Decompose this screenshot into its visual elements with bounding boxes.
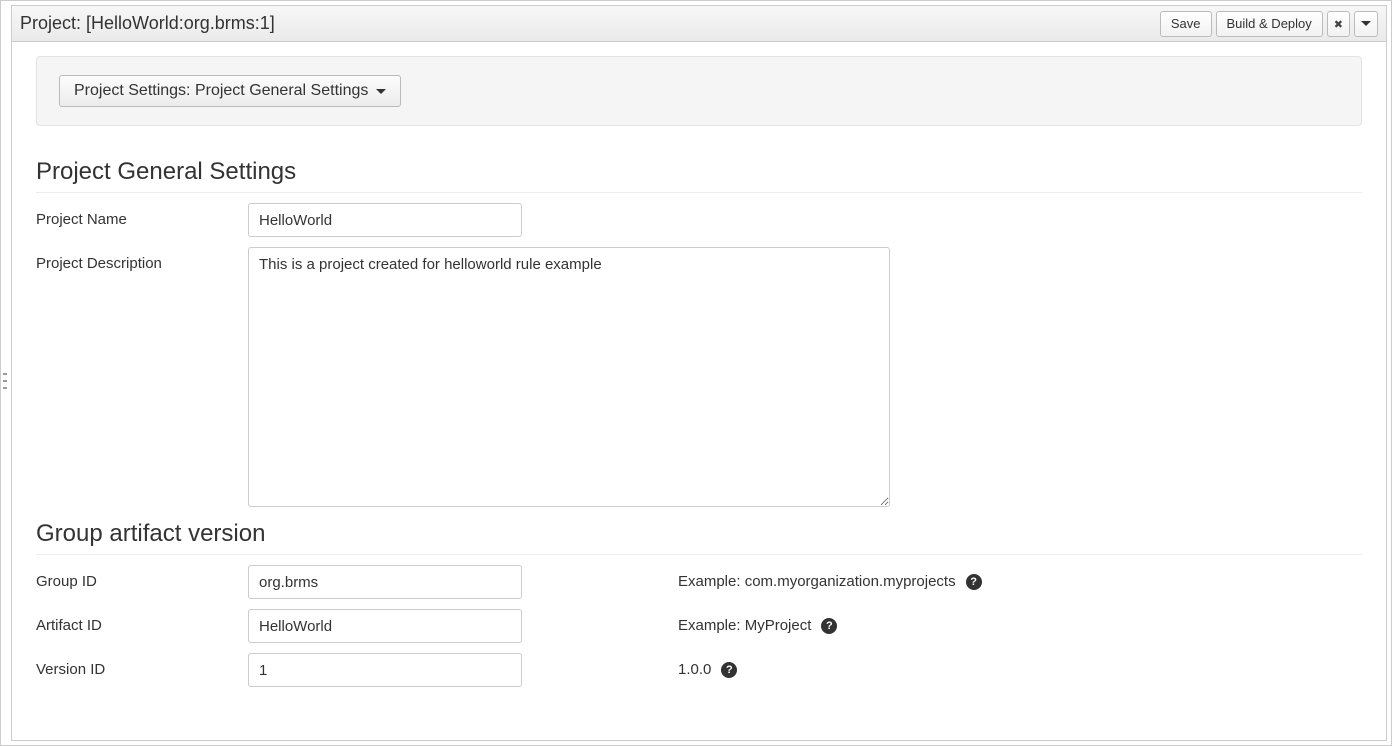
save-button[interactable]: Save — [1160, 11, 1212, 37]
version-id-hint-text: 1.0.0 — [678, 661, 711, 678]
group-id-label: Group ID — [36, 565, 248, 590]
artifact-id-hint: Example: MyProject ? — [678, 609, 837, 634]
project-name-input[interactable] — [248, 203, 522, 237]
editor-panel: Project: [HelloWorld:org.brms:1] Save Bu… — [11, 5, 1387, 741]
project-settings-dropdown[interactable]: Project Settings: Project General Settin… — [59, 75, 401, 107]
project-name-row: Project Name — [36, 203, 1362, 237]
group-id-input[interactable] — [248, 565, 522, 599]
caret-down-icon — [376, 89, 386, 94]
close-icon — [1334, 16, 1343, 31]
group-id-hint-text: Example: com.myorganization.myprojects — [678, 573, 956, 590]
help-icon[interactable]: ? — [966, 574, 982, 590]
version-id-input[interactable] — [248, 653, 522, 687]
project-description-label: Project Description — [36, 247, 248, 272]
version-id-row: Version ID 1.0.0 ? — [36, 653, 1362, 687]
editor-body: Project Settings: Project General Settin… — [12, 42, 1386, 740]
close-button[interactable] — [1327, 11, 1350, 37]
project-settings-bar: Project Settings: Project General Settin… — [36, 56, 1362, 126]
titlebar: Project: [HelloWorld:org.brms:1] Save Bu… — [12, 6, 1386, 42]
more-menu-button[interactable] — [1354, 11, 1378, 37]
artifact-id-label: Artifact ID — [36, 609, 248, 634]
artifact-id-input[interactable] — [248, 609, 522, 643]
panel-drag-handle[interactable] — [3, 373, 7, 389]
group-id-hint: Example: com.myorganization.myprojects ? — [678, 565, 982, 590]
caret-down-icon — [1361, 21, 1371, 26]
project-description-row: Project Description — [36, 247, 1362, 510]
artifact-id-row: Artifact ID Example: MyProject ? — [36, 609, 1362, 643]
version-id-label: Version ID — [36, 653, 248, 678]
version-id-hint: 1.0.0 ? — [678, 653, 737, 678]
project-name-label: Project Name — [36, 203, 248, 228]
group-id-row: Group ID Example: com.myorganization.myp… — [36, 565, 1362, 599]
gav-heading: Group artifact version — [36, 520, 1362, 555]
general-settings-heading: Project General Settings — [36, 158, 1362, 193]
help-icon[interactable]: ? — [721, 662, 737, 678]
artifact-id-hint-text: Example: MyProject — [678, 617, 811, 634]
help-icon[interactable]: ? — [821, 618, 837, 634]
project-settings-dropdown-label: Project Settings: Project General Settin… — [74, 82, 368, 100]
project-title: Project: [HelloWorld:org.brms:1] — [20, 13, 1156, 34]
app-frame: Project: [HelloWorld:org.brms:1] Save Bu… — [0, 0, 1392, 746]
project-description-textarea[interactable] — [248, 247, 890, 507]
build-deploy-button[interactable]: Build & Deploy — [1216, 11, 1323, 37]
